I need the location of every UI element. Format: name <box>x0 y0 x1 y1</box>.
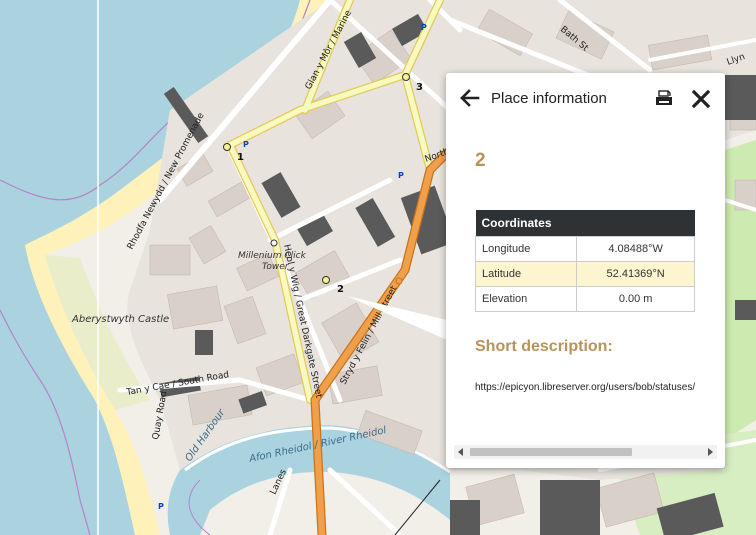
clock-tower-point <box>270 239 278 247</box>
marker-label-3: 3 <box>416 82 423 93</box>
marker-label-2: 2 <box>337 284 344 295</box>
popup-header: Place information <box>446 73 725 123</box>
elevation-value: 0.00 m <box>576 286 695 312</box>
svg-text:P: P <box>158 502 164 511</box>
clock-tower-label: Millenium Click <box>238 251 307 261</box>
table-row: Latitude 52.41369°N <box>474 261 695 287</box>
horizontal-scrollbar[interactable] <box>454 445 717 459</box>
table-row: Elevation 0.00 m <box>474 286 695 312</box>
place-info-popup: Place information 2 Coordinates Longitud… <box>446 73 725 468</box>
close-button[interactable] <box>688 87 714 111</box>
close-icon <box>692 90 710 108</box>
popup-title: Place information <box>491 90 607 107</box>
back-button[interactable] <box>458 87 482 109</box>
castle-label: Aberystwyth Castle <box>71 314 169 325</box>
svg-text:P: P <box>398 171 404 180</box>
elevation-label: Elevation <box>474 286 578 312</box>
latitude-label: Latitude <box>474 261 578 287</box>
marker-label-1: 1 <box>237 152 244 163</box>
place-name: 2 <box>475 150 486 171</box>
latitude-value: 52.41369°N <box>576 261 695 287</box>
triangle-left-icon <box>458 448 463 456</box>
description-link[interactable]: https://epicyon.libreserver.org/users/bo… <box>475 382 717 393</box>
table-row: Longitude 4.08488°W <box>474 236 695 262</box>
popup-body[interactable]: 2 Coordinates Longitude 4.08488°W Latitu… <box>446 123 725 468</box>
coordinates-table: Coordinates Longitude 4.08488°W Latitude… <box>474 210 695 312</box>
svg-text:P: P <box>243 140 249 149</box>
scroll-left-button[interactable] <box>454 445 468 459</box>
junction-point <box>395 277 403 285</box>
longitude-label: Longitude <box>474 236 578 262</box>
svg-text:P: P <box>421 23 427 32</box>
longitude-value: 4.08488°W <box>576 236 695 262</box>
printer-icon <box>656 90 672 105</box>
triangle-right-icon <box>708 448 713 456</box>
coordinates-header: Coordinates <box>475 210 695 237</box>
print-button[interactable] <box>652 87 676 109</box>
arrow-left-icon <box>460 89 480 107</box>
scrollbar-thumb[interactable] <box>470 448 632 456</box>
description-heading: Short description: <box>475 338 613 355</box>
scroll-right-button[interactable] <box>703 445 717 459</box>
